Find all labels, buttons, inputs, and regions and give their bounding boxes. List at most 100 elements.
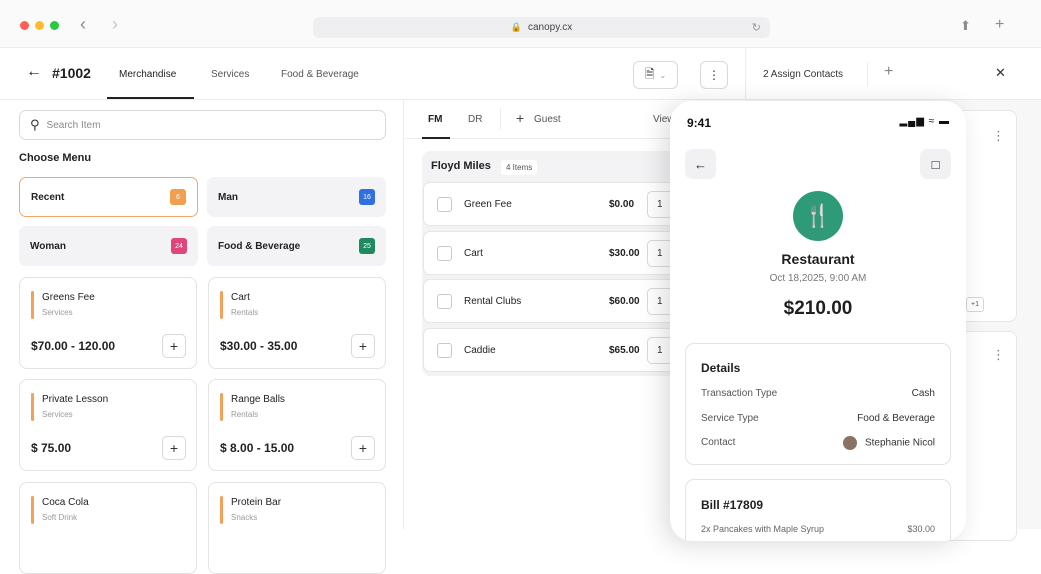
line-checkbox[interactable] — [437, 197, 452, 212]
search-box[interactable]: ⚲ — [19, 110, 386, 140]
close-icon[interactable]: ✕ — [995, 65, 1006, 81]
item-category: Services — [42, 308, 73, 317]
item-accent-bar — [220, 496, 223, 524]
line-checkbox[interactable] — [437, 246, 452, 261]
share-icon[interactable]: ⬆ — [960, 18, 971, 34]
transaction-total: $210.00 — [783, 298, 853, 319]
reload-icon[interactable]: ↻ — [752, 21, 761, 34]
address-bar[interactable]: 🔒 canopy.cx ↻ — [313, 17, 770, 38]
browser-forward-icon[interactable]: › — [112, 14, 118, 35]
guest-name: Floyd Miles — [431, 160, 491, 172]
details-card: Details Transaction Type Cash Service Ty… — [685, 343, 951, 465]
detail-key: Service Type — [701, 413, 759, 424]
line-price: $65.00 — [609, 345, 640, 356]
detail-key: Contact — [701, 437, 736, 448]
tab-services[interactable]: Services — [211, 69, 249, 80]
close-window-dot[interactable] — [20, 21, 29, 30]
item-accent-bar — [31, 291, 34, 319]
item-card-range-balls[interactable]: Range Balls Rentals $ 8.00 - 15.00 + — [208, 379, 386, 471]
item-card-protein-bar[interactable]: Protein Bar Snacks — [208, 482, 386, 574]
item-name: Greens Fee — [42, 292, 95, 303]
item-accent-bar — [220, 393, 223, 421]
add-guest-icon[interactable]: + — [516, 110, 524, 126]
item-card-cart[interactable]: Cart Rentals $30.00 - 35.00 + — [208, 277, 386, 369]
choose-menu-heading: Choose Menu — [19, 152, 92, 164]
category-label: Man — [218, 191, 238, 203]
item-name: Cart — [231, 292, 250, 303]
item-price: $70.00 - 120.00 — [31, 339, 116, 353]
tab-food-beverage[interactable]: Food & Beverage — [281, 69, 359, 80]
zoom-window-dot[interactable] — [50, 21, 59, 30]
category-food-beverage[interactable]: Food & Beverage 25 — [207, 226, 386, 266]
kebab-icon[interactable]: ⋮ — [992, 128, 1005, 144]
browser-back-icon[interactable]: ‹ — [80, 14, 86, 35]
category-count-badge: 24 — [171, 238, 187, 254]
browser-toolbar: ‹ › 🔒 canopy.cx ↻ ⬆ + — [0, 0, 1041, 48]
restaurant-icon: 🍴 — [793, 191, 843, 241]
avatar — [842, 436, 857, 450]
line-name: Caddie — [464, 345, 496, 356]
item-name: Coca Cola — [42, 497, 89, 508]
category-count-badge: 25 — [359, 238, 375, 254]
line-checkbox[interactable] — [437, 343, 452, 358]
detail-value: Stephanie Nicol — [864, 437, 935, 449]
chat-icon[interactable]: □ — [920, 149, 951, 179]
back-arrow-icon[interactable]: ← — [685, 149, 716, 179]
guest-tabs-divider — [500, 108, 501, 130]
more-options-button[interactable]: ⋮ — [700, 61, 728, 89]
item-category: Services — [42, 410, 73, 419]
item-name: Range Balls — [231, 394, 285, 405]
back-arrow-icon[interactable]: ← — [26, 63, 42, 81]
bill-card: Bill #17809 2x Pancakes with Maple Syrup… — [685, 479, 951, 541]
details-title: Details — [701, 361, 741, 375]
url-text: canopy.cx — [527, 22, 573, 33]
category-label: Recent — [31, 191, 65, 203]
assign-contacts-label[interactable]: 2 Assign Contacts — [763, 69, 843, 80]
kebab-icon: ⋮ — [708, 68, 720, 82]
item-price: $ 8.00 - 15.00 — [220, 441, 295, 455]
category-recent[interactable]: Recent 6 — [19, 177, 198, 217]
add-contact-icon[interactable]: + — [884, 63, 893, 81]
item-category: Rentals — [231, 308, 259, 317]
tab-guest-fm[interactable]: FM — [428, 114, 442, 125]
document-icon: 🗎 — [644, 66, 655, 81]
category-woman[interactable]: Woman 24 — [19, 226, 198, 266]
header-divider — [745, 48, 746, 100]
bill-line-price: $30.00 — [907, 524, 935, 534]
search-input[interactable] — [46, 119, 347, 131]
chevron-down-icon: ⌄ — [659, 70, 667, 80]
item-card-coca-cola[interactable]: Coca Cola Soft Drink — [19, 482, 197, 574]
item-category: Snacks — [231, 513, 258, 522]
line-price: $0.00 — [609, 199, 635, 210]
category-label: Woman — [30, 240, 66, 252]
add-item-button[interactable]: + — [162, 334, 186, 358]
item-card-private-lesson[interactable]: Private Lesson Services $ 75.00 + — [19, 379, 197, 471]
bill-line-item: 2x Pancakes with Maple Syrup — [701, 524, 825, 534]
category-man[interactable]: Man 16 — [207, 177, 386, 217]
category-count-badge: 16 — [359, 189, 375, 205]
item-name: Private Lesson — [42, 394, 109, 405]
lock-icon: 🔒 — [510, 22, 522, 32]
add-item-button[interactable]: + — [162, 436, 186, 460]
item-accent-bar — [31, 496, 34, 524]
detail-contact: Stephanie Nicol — [842, 436, 935, 450]
kebab-icon[interactable]: ⋮ — [992, 347, 1005, 363]
item-accent-bar — [31, 393, 34, 421]
new-tab-icon[interactable]: + — [995, 16, 1004, 34]
more-tag[interactable]: +1 — [966, 297, 984, 312]
add-item-button[interactable]: + — [351, 334, 375, 358]
tab-guest-dr[interactable]: DR — [468, 114, 482, 125]
add-item-button[interactable]: + — [351, 436, 375, 460]
tab-merchandise[interactable]: Merchandise — [119, 69, 176, 80]
category-label: Food & Beverage — [218, 240, 301, 252]
order-id: #1002 — [52, 65, 91, 81]
line-name: Rental Clubs — [464, 296, 522, 307]
transaction-date: Oct 18,2025, 9:00 AM — [769, 273, 867, 284]
document-dropdown-button[interactable]: 🗎 ⌄ — [633, 61, 678, 89]
minimize-window-dot[interactable] — [35, 21, 44, 30]
add-guest-button[interactable]: Guest — [534, 114, 561, 125]
transaction-phone-preview: 9:41 ▂▄▆ ≈ ▬ ← □ 🍴 Restaurant Oct 18,202… — [670, 101, 966, 541]
line-checkbox[interactable] — [437, 294, 452, 309]
item-card-greens-fee[interactable]: Greens Fee Services $70.00 - 120.00 + — [19, 277, 197, 369]
assign-divider — [867, 62, 868, 86]
